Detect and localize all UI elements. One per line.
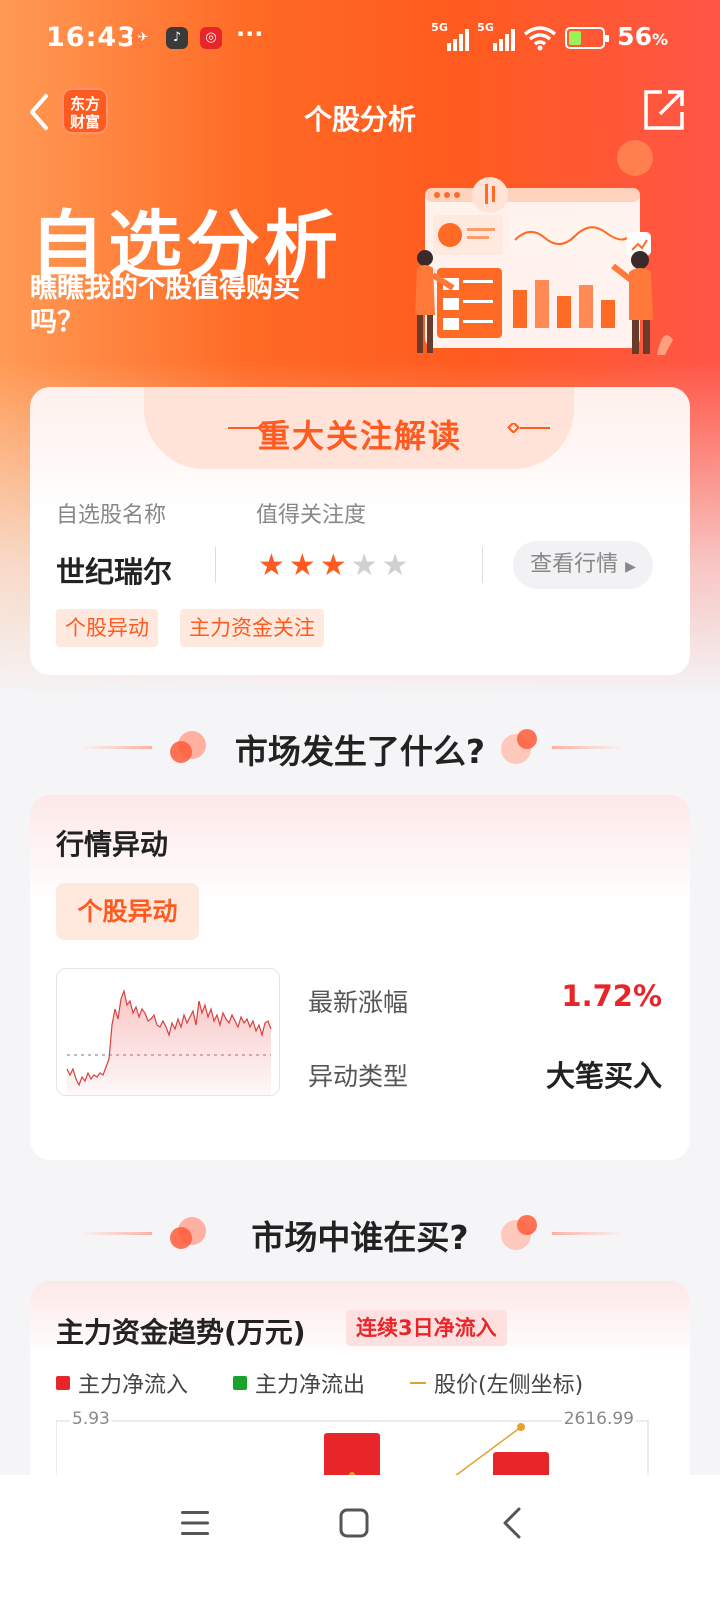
price-point bbox=[517, 1423, 525, 1431]
dashboard-illustration bbox=[415, 140, 673, 355]
section-bubble-icon-right bbox=[501, 1215, 537, 1250]
focus-card: 重大关注解读 自选股名称 值得关注度 世纪瑞尔 ★ ★ ★ ★ ★ 查看行情 ▶ 个股异… bbox=[30, 387, 690, 675]
fund-card-header: 主力资金趋势(万元) bbox=[56, 1316, 306, 1349]
star-icon: ★ bbox=[288, 548, 316, 583]
view-quote-button[interactable]: 查看行情 ▶ bbox=[513, 541, 653, 589]
star-icon: ★ bbox=[258, 548, 285, 583]
legend-price: 股价(左侧坐标) bbox=[410, 1367, 583, 1399]
attention-rating: ★ ★ ★ ★ ★ bbox=[258, 551, 409, 581]
status-bar: 16:43 ✈ ♪ ◎ ··· 5G 5G 56% bbox=[0, 0, 720, 78]
legend-net-outflow: 主力净流出 bbox=[233, 1367, 365, 1399]
system-navigation-bar bbox=[0, 1475, 720, 1600]
battery-level: 56% bbox=[617, 22, 668, 51]
star-icon: ★ bbox=[381, 548, 409, 583]
axis-right-max: 2616.99 bbox=[561, 1409, 636, 1429]
legend-swatch bbox=[56, 1376, 70, 1390]
attention-label: 值得关注度 bbox=[256, 503, 367, 528]
legend-net-inflow: 主力净流入 bbox=[56, 1367, 188, 1399]
section-bubble-icon-right bbox=[501, 729, 537, 764]
share-icon[interactable] bbox=[642, 88, 686, 132]
market-movement-card: 行情异动 个股异动 最新涨幅 1.72% 异动类型 大笔买入 bbox=[30, 795, 690, 1160]
signal-icon: 5G bbox=[431, 21, 470, 51]
movement-type-label: 异动类型 bbox=[308, 1062, 409, 1091]
tiktok-icon: ♪ bbox=[166, 27, 188, 49]
app-notification-icon: ◎ bbox=[200, 27, 222, 49]
divider bbox=[482, 547, 483, 583]
intraday-mini-chart bbox=[56, 968, 280, 1096]
legend-line bbox=[410, 1382, 426, 1384]
stock-name-label: 自选股名称 bbox=[56, 503, 167, 528]
section-line-right bbox=[552, 1232, 624, 1235]
page-title: 个股分析 bbox=[303, 103, 416, 136]
movement-type-value: 大笔买入 bbox=[545, 1059, 662, 1093]
status-time: 16:43 bbox=[46, 22, 137, 53]
more-notifications-icon: ··· bbox=[236, 20, 264, 48]
telegram-icon: ✈ bbox=[132, 27, 154, 49]
battery-icon bbox=[565, 27, 610, 49]
tag-main-fund-focus: 主力资金关注 bbox=[180, 609, 324, 647]
stock-name: 世纪瑞尔 bbox=[56, 555, 173, 589]
back-nav-icon[interactable] bbox=[500, 1506, 524, 1540]
divider bbox=[215, 547, 216, 583]
section-line-right bbox=[552, 746, 624, 749]
legend-swatch bbox=[233, 1376, 247, 1390]
focus-card-title: 重大关注解读 bbox=[257, 417, 462, 455]
caret-right-icon: ▶ bbox=[625, 559, 636, 575]
movement-chip[interactable]: 个股异动 bbox=[56, 883, 199, 940]
inflow-streak-badge: 连续3日净流入 bbox=[346, 1310, 507, 1346]
home-icon[interactable] bbox=[339, 1508, 369, 1538]
signal-icon-2: 5G bbox=[477, 21, 516, 51]
movement-card-header: 行情异动 bbox=[56, 828, 169, 861]
section-title-market: 市场发生了什么? bbox=[234, 732, 486, 771]
star-icon: ★ bbox=[350, 548, 378, 583]
latest-change-value: 1.72% bbox=[561, 979, 662, 1013]
latest-change-label: 最新涨幅 bbox=[308, 988, 409, 1017]
hero-subtitle: 瞧瞧我的个股值得购买吗？ bbox=[30, 273, 300, 338]
tag-stock-movement: 个股异动 bbox=[56, 609, 158, 647]
axis-left-max: 5.93 bbox=[70, 1409, 112, 1429]
title-decoration-right bbox=[507, 423, 550, 433]
wifi-icon bbox=[524, 26, 557, 51]
menu-icon[interactable] bbox=[180, 1509, 210, 1537]
section-title-buyers: 市场中谁在买? bbox=[251, 1218, 469, 1257]
star-icon: ★ bbox=[319, 548, 347, 583]
